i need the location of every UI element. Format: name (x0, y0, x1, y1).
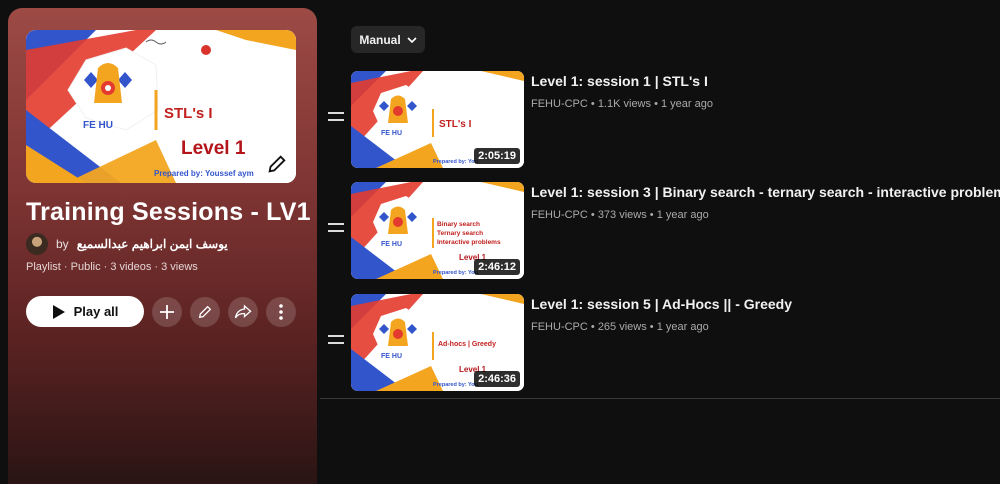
edit-playlist-button[interactable] (190, 296, 220, 327)
video-title[interactable]: Level 1: session 5 | Ad-Hocs || - Greedy (531, 296, 792, 312)
video-thumbnail[interactable]: FE HU Ad-hocs | Greedy Level 1 Prepared … (351, 294, 524, 391)
drag-handle-icon[interactable] (328, 112, 344, 124)
playlist-header-panel: FE HU STL's I Level 1 Prepared by: Youss… (8, 8, 317, 484)
chevron-down-icon (407, 36, 417, 43)
drag-handle-icon[interactable] (328, 223, 344, 235)
pencil-icon (198, 305, 212, 318)
plus-icon (160, 304, 174, 319)
hero-thumbnail-art: FE HU STL's I Level 1 Prepared by: Youss… (26, 30, 296, 183)
avatar[interactable] (26, 233, 48, 255)
video-duration: 2:05:19 (474, 148, 520, 164)
hero-title-text: STL's I (164, 105, 213, 122)
channel-name[interactable]: FEHU-CPC (531, 98, 588, 110)
upload-age: 1 year ago (656, 321, 709, 333)
playlist-owner: by يوسف ايمن ابراهيم عبدالسميع (26, 233, 228, 255)
playlist-title: Training Sessions - LV1 (26, 198, 311, 226)
sort-dropdown[interactable]: Manual (351, 26, 425, 53)
share-button[interactable] (228, 296, 258, 327)
svg-text:FE HU: FE HU (381, 353, 402, 360)
playlist-video-row[interactable]: FE HU STL's I Prepared by: You 2:05:19 L… (320, 71, 1000, 171)
upload-age: 1 year ago (660, 98, 713, 110)
hero-logo-text: FE HU (83, 120, 113, 131)
playlist-video-row[interactable]: FE HU Binary search Ternary search Inter… (320, 182, 1000, 282)
list-divider (320, 398, 1000, 399)
thumb-topic-text: Interactive problems (437, 239, 501, 246)
sort-label: Manual (359, 32, 401, 47)
video-meta: FEHU-CPC • 1.1K views • 1 year ago (531, 98, 713, 110)
upload-age: 1 year ago (656, 209, 709, 221)
more-actions-button[interactable] (266, 296, 296, 327)
owner-by-label: by (56, 237, 69, 251)
thumb-topic-text: Ad-hocs | Greedy (438, 341, 496, 348)
svg-text:FE HU: FE HU (381, 241, 402, 248)
play-all-button[interactable]: Play all (26, 296, 144, 327)
view-count: 1.1K views (597, 98, 652, 110)
more-vertical-icon (279, 303, 283, 320)
video-title[interactable]: Level 1: session 3 | Binary search - ter… (531, 184, 1000, 200)
channel-name[interactable]: FEHU-CPC (531, 209, 588, 221)
video-thumbnail[interactable]: FE HU Binary search Ternary search Inter… (351, 182, 524, 279)
hero-prepared-text: Prepared by: Youssef aym (154, 169, 254, 178)
share-icon (234, 304, 252, 318)
owner-name-link[interactable]: يوسف ايمن ابراهيم عبدالسميع (77, 237, 228, 251)
playlist-actions: Play all (26, 296, 296, 327)
hero-level-text: Level 1 (181, 138, 246, 159)
thumb-prepared-text: Prepared by: You (433, 159, 478, 165)
thumb-topic-text: STL's I (439, 119, 472, 130)
edit-thumbnail-icon[interactable] (266, 153, 288, 175)
play-all-label: Play all (73, 304, 119, 319)
svg-text:FE HU: FE HU (381, 130, 402, 137)
video-duration: 2:46:36 (474, 371, 520, 387)
thumb-prepared-text: Prepared by: You (433, 270, 478, 276)
playlist-hero-thumbnail[interactable]: FE HU STL's I Level 1 Prepared by: Youss… (26, 30, 296, 183)
thumb-topic-text: Binary search (437, 221, 480, 228)
view-count: 373 views (597, 209, 647, 221)
playlist-meta: Playlist · Public · 3 videos · 3 views (26, 261, 198, 273)
video-meta: FEHU-CPC • 265 views • 1 year ago (531, 321, 709, 333)
channel-name[interactable]: FEHU-CPC (531, 321, 588, 333)
thumb-topic-text: Ternary search (437, 230, 483, 237)
video-title[interactable]: Level 1: session 1 | STL's I (531, 73, 708, 89)
playlist-video-row[interactable]: FE HU Ad-hocs | Greedy Level 1 Prepared … (320, 294, 1000, 394)
play-icon (52, 304, 65, 319)
view-count: 265 views (597, 321, 647, 333)
video-meta: FEHU-CPC • 373 views • 1 year ago (531, 209, 709, 221)
save-playlist-button[interactable] (152, 296, 182, 327)
drag-handle-icon[interactable] (328, 335, 344, 347)
thumb-prepared-text: Prepared by: You (433, 382, 478, 388)
video-duration: 2:46:12 (474, 259, 520, 275)
video-thumbnail[interactable]: FE HU STL's I Prepared by: You 2:05:19 (351, 71, 524, 168)
